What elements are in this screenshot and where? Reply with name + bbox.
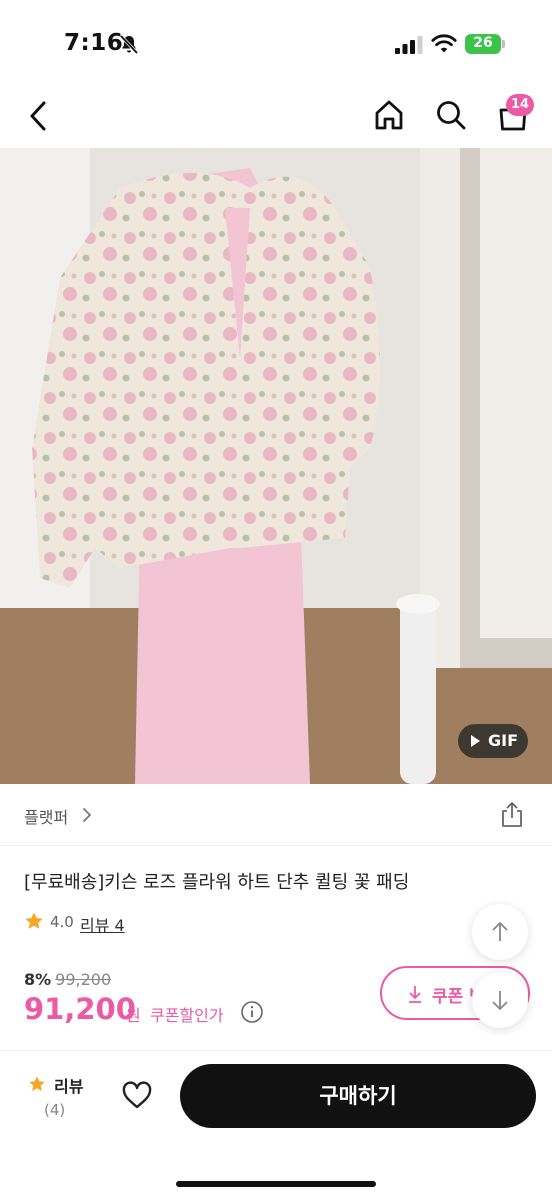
product-photo <box>0 148 552 784</box>
search-icon[interactable] <box>434 98 468 132</box>
status-bar: 7:16 26 <box>0 0 552 84</box>
review-summary-count: (4) <box>44 1101 66 1119</box>
star-icon <box>25 912 43 929</box>
bottom-action-bar: 리뷰 (4) 구매하기 <box>0 1050 552 1200</box>
arrow-down-icon <box>492 991 508 1010</box>
currency-unit: 원 <box>126 1006 141 1025</box>
chevron-right-icon <box>83 808 91 822</box>
share-icon[interactable] <box>498 800 526 828</box>
home-icon[interactable] <box>372 98 406 132</box>
bell-muted-icon <box>119 34 139 55</box>
back-arrow-icon[interactable] <box>24 98 54 134</box>
battery-tip <box>502 40 505 48</box>
top-navigation <box>0 84 552 148</box>
review-summary[interactable]: 리뷰 (4) <box>28 1073 98 1133</box>
gif-badge[interactable]: GIF <box>458 724 528 758</box>
battery-icon: 26 <box>465 34 505 54</box>
sale-price: 91,200 <box>24 992 136 1026</box>
product-image[interactable]: GIF <box>0 148 552 784</box>
price-row: 91,200 원 쿠폰할인가 <box>24 992 364 1032</box>
discount-row: 8% 99,200 <box>24 970 111 989</box>
arrow-up-icon <box>492 922 508 941</box>
review-summary-label: 리뷰 <box>54 1077 84 1096</box>
star-icon <box>29 1076 45 1092</box>
download-icon <box>409 986 421 1003</box>
info-icon[interactable] <box>240 1000 264 1024</box>
buy-button[interactable]: 구매하기 <box>180 1064 536 1128</box>
status-time: 7:16 <box>64 30 124 56</box>
battery-level: 26 <box>473 35 493 51</box>
scroll-to-top-button[interactable] <box>472 904 528 960</box>
review-link[interactable]: 리뷰 4 <box>80 912 125 936</box>
discount-rate: 8% <box>24 970 52 989</box>
heart-icon[interactable] <box>120 1079 154 1111</box>
play-icon <box>471 735 480 747</box>
original-price: 99,200 <box>55 970 112 989</box>
gif-label: GIF <box>488 731 519 750</box>
store-row[interactable]: 플랫퍼 <box>0 784 552 846</box>
scroll-to-bottom-button[interactable] <box>472 972 528 1028</box>
store-name[interactable]: 플랫퍼 <box>24 804 68 828</box>
cart-count-badge: 14 <box>506 94 534 116</box>
rating-value: 4.0 <box>50 913 74 931</box>
home-indicator <box>176 1181 376 1187</box>
signal-icon <box>395 36 423 54</box>
rating-row: 4.0 리뷰 4 <box>24 910 324 936</box>
coupon-price-label: 쿠폰할인가 <box>150 1006 224 1025</box>
product-title: [무료배송]키슨 로즈 플라워 하트 단추 퀼팅 꽃 패딩 <box>24 872 410 893</box>
wifi-icon <box>431 34 457 53</box>
